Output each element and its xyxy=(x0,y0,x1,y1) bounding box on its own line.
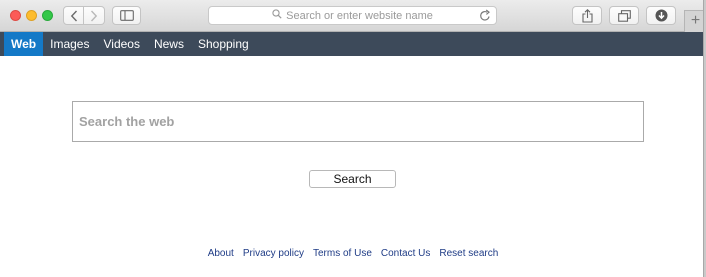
chevron-left-icon xyxy=(70,10,78,22)
address-placeholder: Search or enter website name xyxy=(286,9,433,22)
new-tab-button[interactable]: + xyxy=(684,10,703,32)
close-window-button[interactable] xyxy=(10,10,21,21)
nav-tab-web[interactable]: Web xyxy=(4,32,44,56)
tabs-overview-button[interactable] xyxy=(609,6,639,25)
footer-link-contact-us[interactable]: Contact Us xyxy=(381,248,430,259)
address-bar[interactable]: Search or enter website name xyxy=(208,6,497,25)
footer-link-about[interactable]: About xyxy=(208,248,234,259)
search-button[interactable]: Search xyxy=(309,170,396,188)
forward-button[interactable] xyxy=(84,6,105,25)
tabs-overview-icon xyxy=(617,9,631,22)
magnifier-icon xyxy=(272,9,282,22)
sidebar-icon xyxy=(119,10,134,21)
zoom-window-button[interactable] xyxy=(42,10,53,21)
footer-link-terms-of-use[interactable]: Terms of Use xyxy=(313,248,372,259)
footer-links: About Privacy policy Terms of Use Contac… xyxy=(0,246,703,260)
share-button[interactable] xyxy=(572,6,602,25)
search-nav-bar: Web Images Videos News Shopping xyxy=(0,32,703,56)
minimize-window-button[interactable] xyxy=(26,10,37,21)
web-search-input[interactable] xyxy=(72,101,644,142)
download-button[interactable] xyxy=(646,6,676,25)
share-icon xyxy=(581,8,593,23)
chevron-right-icon xyxy=(90,10,98,22)
download-icon xyxy=(655,9,668,22)
nav-tab-shopping[interactable]: Shopping xyxy=(191,32,256,56)
footer-link-privacy-policy[interactable]: Privacy policy xyxy=(243,248,304,259)
browser-window: Search or enter website name + Web Image… xyxy=(0,0,704,277)
nav-tab-videos[interactable]: Videos xyxy=(96,32,146,56)
sidebar-button[interactable] xyxy=(112,6,141,25)
nav-tab-images[interactable]: Images xyxy=(43,32,96,56)
nav-tab-news[interactable]: News xyxy=(147,32,191,56)
back-button[interactable] xyxy=(63,6,84,25)
reload-icon[interactable] xyxy=(479,9,491,25)
footer-link-reset-search[interactable]: Reset search xyxy=(439,248,498,259)
browser-toolbar: Search or enter website name + xyxy=(0,0,703,32)
